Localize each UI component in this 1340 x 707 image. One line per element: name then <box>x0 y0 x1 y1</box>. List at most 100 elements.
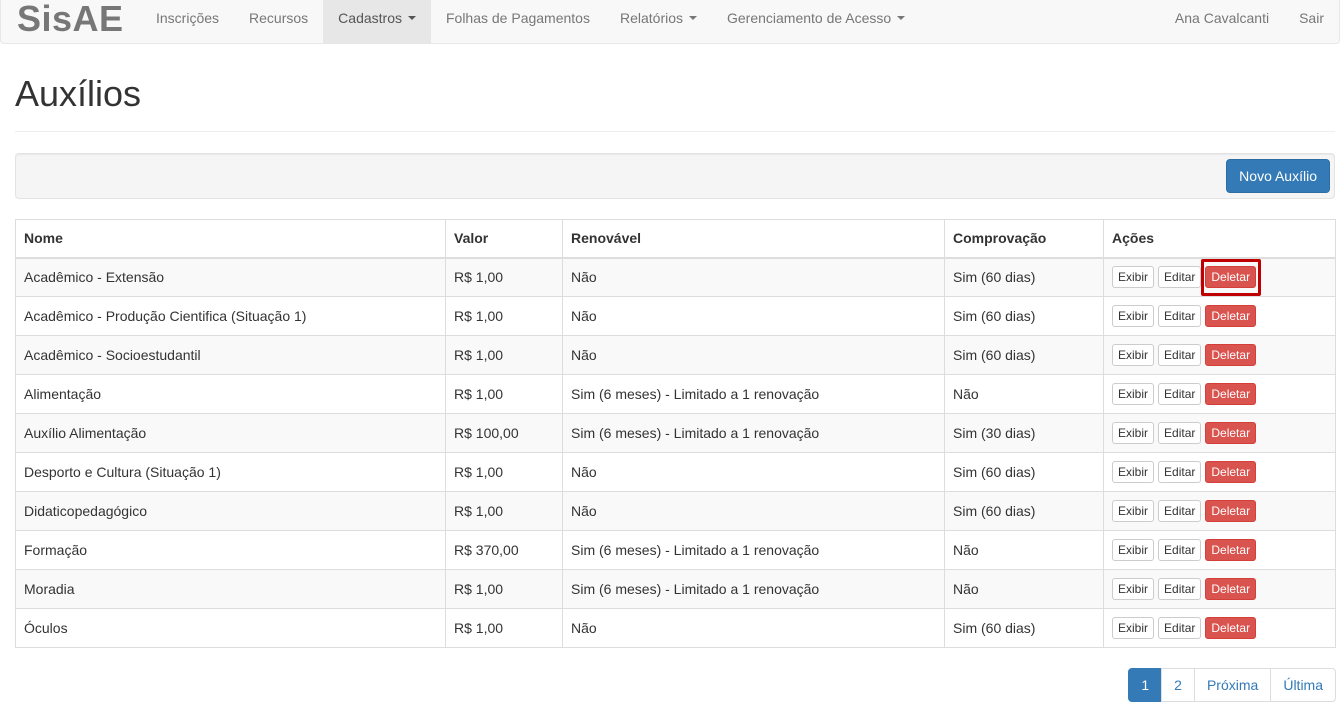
nav-item-gerenciamento-de-acesso[interactable]: Gerenciamento de Acesso <box>712 0 920 43</box>
show-button[interactable]: Exibir <box>1112 305 1155 327</box>
cell-nome: Formação <box>15 530 446 570</box>
show-button[interactable]: Exibir <box>1112 266 1155 289</box>
row-actions: Exibir Editar Deletar <box>1112 383 1327 405</box>
cell-renovavel: Não <box>562 257 945 297</box>
table-row: Acadêmico - Produção Cientifica (Situaçã… <box>15 296 1336 336</box>
nav-item-cadastros[interactable]: Cadastros <box>323 0 431 43</box>
brand-logo[interactable]: SisAE <box>17 0 124 41</box>
column-header-renovavel: Renovável <box>562 219 945 259</box>
delete-button[interactable]: Deletar <box>1205 617 1257 639</box>
next-page-link[interactable]: Próxima <box>1193 668 1272 702</box>
delete-button[interactable]: Deletar <box>1205 344 1257 366</box>
column-header-comprovacao: Comprovação <box>944 219 1104 259</box>
edit-button[interactable]: Editar <box>1158 539 1202 561</box>
page-1-link[interactable]: 1 <box>1128 668 1163 702</box>
nav-item-label: Inscrições <box>156 10 220 26</box>
column-header-nome: Nome <box>15 219 446 259</box>
cell-acoes: Exibir Editar Deletar <box>1103 296 1336 336</box>
user-name-link[interactable]: Ana Cavalcanti <box>1160 0 1284 43</box>
show-button[interactable]: Exibir <box>1112 422 1155 444</box>
show-button[interactable]: Exibir <box>1112 383 1155 405</box>
delete-button[interactable]: Deletar <box>1205 500 1257 522</box>
cell-comprovacao: Sim (60 dias) <box>944 335 1104 375</box>
nav-item-label: Gerenciamento de Acesso <box>727 10 892 26</box>
nav-item-label: Cadastros <box>338 10 402 26</box>
toolbar-well: Novo Auxílio <box>15 153 1335 199</box>
cell-nome: Didaticopedagógico <box>15 491 446 531</box>
edit-button[interactable]: Editar <box>1158 344 1202 366</box>
cell-nome: Acadêmico - Extensão <box>15 257 446 297</box>
nav-item-recursos[interactable]: Recursos <box>234 0 323 43</box>
cell-valor: R$ 1,00 <box>445 491 563 531</box>
table-header-row: Nome Valor Renovável Comprovação Ações <box>15 219 1336 259</box>
nav-item-inscricoes[interactable]: Inscrições <box>141 0 234 43</box>
cell-valor: R$ 1,00 <box>445 374 563 414</box>
cell-valor: R$ 1,00 <box>445 569 563 609</box>
page-2-link[interactable]: 2 <box>1161 668 1195 702</box>
edit-button[interactable]: Editar <box>1158 266 1202 289</box>
table-row: Auxílio Alimentação R$ 100,00 Sim (6 meses… <box>15 413 1336 453</box>
edit-button[interactable]: Editar <box>1158 383 1202 405</box>
delete-button[interactable]: Deletar <box>1205 461 1257 483</box>
logout-link[interactable]: Sair <box>1284 0 1339 43</box>
cell-comprovacao: Não <box>944 374 1104 414</box>
cell-nome: Alimentação <box>15 374 446 414</box>
table-row: Desporto e Cultura (Situação 1) R$ 1,00 Nã… <box>15 452 1336 492</box>
row-actions: Exibir Editar Deletar <box>1112 617 1327 639</box>
delete-button[interactable]: Deletar <box>1205 539 1257 561</box>
delete-button[interactable]: Deletar <box>1205 578 1257 600</box>
table-row: Moradia R$ 1,00 Sim (6 meses) - Limitado a… <box>15 569 1336 609</box>
delete-button[interactable]: Deletar <box>1205 266 1257 289</box>
table-row: Acadêmico - Socioestudantil R$ 1,00 Não Sim… <box>15 335 1336 375</box>
show-button[interactable]: Exibir <box>1112 461 1155 483</box>
caret-down-icon <box>407 16 416 21</box>
page-title: Auxílios <box>15 73 142 114</box>
cell-nome: Óculos <box>15 608 446 648</box>
show-button[interactable]: Exibir <box>1112 539 1155 561</box>
cell-renovavel: Não <box>562 296 945 336</box>
nav-item-label: Relatórios <box>619 10 683 26</box>
cell-renovavel: Não <box>562 335 945 375</box>
cell-acoes: Exibir Editar Deletar <box>1103 257 1336 297</box>
cell-acoes: Exibir Editar Deletar <box>1103 608 1336 648</box>
new-auxilio-button[interactable]: Novo Auxílio <box>1226 159 1330 193</box>
delete-button[interactable]: Deletar <box>1205 383 1257 405</box>
edit-button[interactable]: Editar <box>1158 500 1202 522</box>
nav-item-relatorios[interactable]: Relatórios <box>605 0 712 43</box>
cell-acoes: Exibir Editar Deletar <box>1103 452 1336 492</box>
nav-item-folhas-de-pagamentos[interactable]: Folhas de Pagamentos <box>431 0 605 43</box>
delete-button[interactable]: Deletar <box>1205 305 1257 327</box>
edit-button[interactable]: Editar <box>1158 461 1202 483</box>
top-navbar: SisAE Inscrições Recursos Cadastros Folh… <box>0 0 1340 44</box>
caret-down-icon <box>897 16 906 21</box>
cell-comprovacao: Não <box>944 530 1104 570</box>
edit-button[interactable]: Editar <box>1158 617 1202 639</box>
row-actions: Exibir Editar Deletar <box>1112 266 1327 289</box>
cell-acoes: Exibir Editar Deletar <box>1103 374 1336 414</box>
cell-nome: Auxílio Alimentação <box>15 413 446 453</box>
cell-comprovacao: Sim (60 dias) <box>944 608 1104 648</box>
show-button[interactable]: Exibir <box>1112 344 1155 366</box>
pagination: 1 2 Próxima Última <box>1128 668 1336 702</box>
show-button[interactable]: Exibir <box>1112 617 1155 639</box>
cell-comprovacao: Sim (60 dias) <box>944 452 1104 492</box>
last-page-link[interactable]: Última <box>1270 668 1336 702</box>
show-button[interactable]: Exibir <box>1112 500 1155 522</box>
show-button[interactable]: Exibir <box>1112 578 1155 600</box>
cell-comprovacao: Sim (60 dias) <box>944 491 1104 531</box>
cell-renovavel: Não <box>562 608 945 648</box>
cell-renovavel: Não <box>562 491 945 531</box>
user-menu: Ana Cavalcanti Sair <box>1160 0 1339 43</box>
cell-comprovacao: Sim (60 dias) <box>944 257 1104 297</box>
row-actions: Exibir Editar Deletar <box>1112 461 1327 483</box>
cell-valor: R$ 1,00 <box>445 452 563 492</box>
cell-acoes: Exibir Editar Deletar <box>1103 335 1336 375</box>
delete-button[interactable]: Deletar <box>1205 422 1257 444</box>
cell-renovavel: Sim (6 meses) - Limitado a 1 renovação <box>562 530 945 570</box>
edit-button[interactable]: Editar <box>1158 578 1202 600</box>
cell-acoes: Exibir Editar Deletar <box>1103 413 1336 453</box>
edit-button[interactable]: Editar <box>1158 422 1202 444</box>
edit-button[interactable]: Editar <box>1158 305 1202 327</box>
cell-nome: Moradia <box>15 569 446 609</box>
nav-item-label: Folhas de Pagamentos <box>445 10 590 26</box>
